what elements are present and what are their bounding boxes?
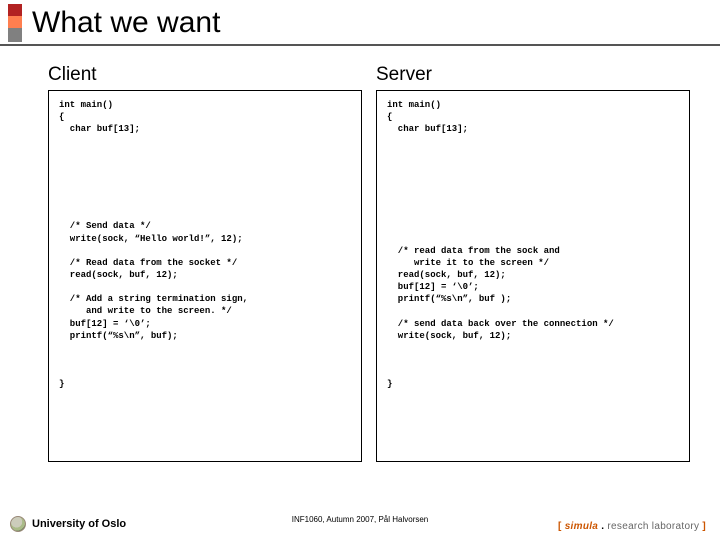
server-heading: Server	[376, 64, 690, 86]
title-bar: What we want	[0, 0, 720, 42]
client-heading: Client	[48, 64, 362, 86]
bracket-close: ]	[702, 521, 706, 532]
footer-mid: INF1060, Autumn 2007, Pål Halvorsen	[292, 515, 429, 524]
footer: University of Oslo INF1060, Autumn 2007,…	[0, 516, 720, 532]
crest-icon	[10, 516, 26, 532]
client-column: Client int main() { char buf[13]; /* Sen…	[48, 64, 362, 462]
server-codebox: int main() { char buf[13]; /* read data …	[376, 90, 690, 462]
server-code: int main() { char buf[13]; /* read data …	[387, 99, 679, 390]
accent-gray	[8, 28, 22, 42]
footer-left: University of Oslo	[10, 516, 126, 532]
slide-title: What we want	[32, 8, 220, 38]
simula-word: simula	[562, 521, 602, 532]
accent-red	[8, 4, 22, 16]
footer-right: [ simula . research laboratory ]	[558, 521, 706, 532]
client-code: int main() { char buf[13]; /* Send data …	[59, 99, 351, 390]
accent-stripes	[8, 4, 22, 42]
client-codebox: int main() { char buf[13]; /* Send data …	[48, 90, 362, 462]
content-row: Client int main() { char buf[13]; /* Sen…	[0, 46, 720, 462]
slide: What we want Client int main() { char bu…	[0, 0, 720, 540]
accent-orange	[8, 16, 22, 28]
server-column: Server int main() { char buf[13]; /* rea…	[376, 64, 690, 462]
simula-rest: research laboratory	[604, 521, 702, 532]
university-label: University of Oslo	[32, 518, 126, 530]
